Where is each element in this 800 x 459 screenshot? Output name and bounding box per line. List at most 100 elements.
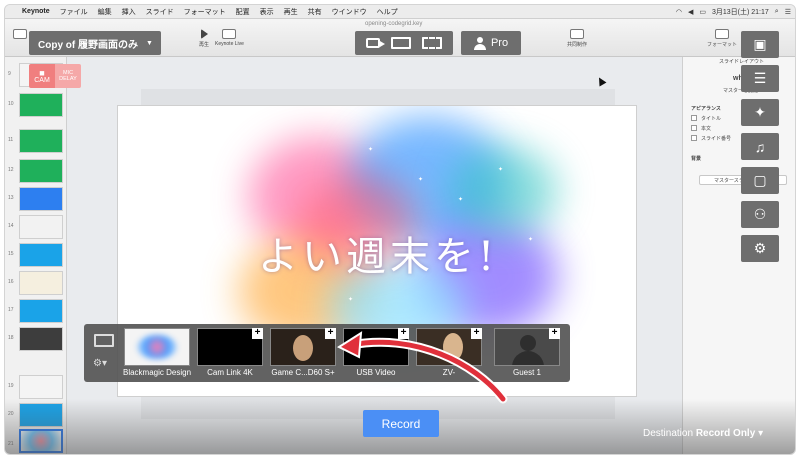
broadcast-icon xyxy=(222,29,237,39)
collaborate-button[interactable]: 共同制作 xyxy=(567,29,587,48)
control-center-icon[interactable]: ☰ xyxy=(785,8,791,16)
menu-share[interactable]: 共有 xyxy=(303,7,327,17)
watercolor-blob xyxy=(448,146,558,236)
sparkle-icon: ✦ xyxy=(418,177,424,183)
record-button[interactable]: Record xyxy=(363,410,439,437)
sparkle-icon: ✦ xyxy=(368,147,374,153)
slide-number: 10 xyxy=(8,101,14,107)
slide-thumbnail[interactable] xyxy=(19,129,63,153)
spotlight-icon[interactable]: ⌕ xyxy=(775,8,779,16)
slide-thumbnail[interactable] xyxy=(19,159,63,183)
title-option-label: タイトル xyxy=(701,116,722,122)
play-icon xyxy=(200,29,208,39)
keynote-live-button[interactable]: Keynote Live xyxy=(215,29,244,47)
slide-thumbnail[interactable] xyxy=(19,187,63,211)
sliders-icon[interactable]: ☰ xyxy=(741,65,779,92)
slide-number: 19 xyxy=(8,383,14,389)
tray-settings-icon[interactable]: ⚙▾ xyxy=(93,358,107,369)
chevron-down-icon: ▼ xyxy=(146,39,153,47)
slide-thumbnail[interactable] xyxy=(19,375,63,399)
format-button[interactable]: フォーマット xyxy=(707,29,737,48)
menu-arrange[interactable]: 配置 xyxy=(231,7,255,17)
menu-format[interactable]: フォーマット xyxy=(179,7,231,17)
slides-view-icon[interactable] xyxy=(421,37,442,49)
video-source[interactable]: Blackmagic Design xyxy=(123,328,191,378)
cam-toggle-button[interactable]: ■ CAM xyxy=(29,64,55,88)
slide-number-checkbox[interactable] xyxy=(691,135,697,141)
body-checkbox[interactable] xyxy=(691,125,697,131)
slide-thumbnail[interactable] xyxy=(19,271,63,295)
gear-icon[interactable]: ⚙ xyxy=(741,235,779,262)
app-window: Keynote ファイル 編集 挿入 スライド フォーマット 配置 表示 再生 … xyxy=(4,4,796,455)
destination-selector[interactable]: Destination Record Only ▾ xyxy=(643,428,763,439)
menu-slide[interactable]: スライド xyxy=(141,7,179,17)
play-label: 再生 xyxy=(199,42,210,48)
preview-art xyxy=(137,335,177,359)
battery-icon[interactable]: ▭ xyxy=(699,8,706,16)
screen-share-icon[interactable] xyxy=(94,334,114,347)
sparkle-icon: ✦ xyxy=(458,197,464,203)
menu-play[interactable]: 再生 xyxy=(279,7,303,17)
source-preview xyxy=(124,328,190,366)
appearance-label: アピアランス xyxy=(691,106,721,112)
menu-file[interactable]: ファイル xyxy=(55,7,93,17)
slide-thumbnail[interactable] xyxy=(19,299,63,323)
cam-label: CAM xyxy=(34,76,50,84)
volume-icon[interactable]: ◀ xyxy=(688,8,693,16)
slide-title-text: よい週末を! xyxy=(257,234,499,280)
menu-window[interactable]: ウインドウ xyxy=(327,7,372,17)
sparkle-icon: ✦ xyxy=(498,167,504,173)
document-title: opening-codegrid.key xyxy=(365,21,423,27)
annotation-arrow xyxy=(336,331,508,404)
slide-number-option-label: スライド番号 xyxy=(701,136,732,142)
person-icon xyxy=(473,36,486,50)
menu-bar: Keynote ファイル 編集 挿入 スライド フォーマット 配置 表示 再生 … xyxy=(5,5,795,19)
play-button[interactable]: 再生 xyxy=(199,29,209,48)
slide-thumbnail[interactable] xyxy=(19,243,63,267)
camera-view-icon[interactable] xyxy=(366,38,386,48)
slide-number: 13 xyxy=(8,195,14,201)
chat-bubble-icon[interactable]: ▢ xyxy=(741,167,779,194)
pro-mode-button[interactable]: Pro xyxy=(461,31,521,55)
add-source-icon[interactable]: + xyxy=(549,328,560,339)
cam-mic-toggles: ■ CAM MIC DELAY xyxy=(29,64,81,88)
wifi-icon[interactable]: ◠ xyxy=(676,8,682,16)
menubar-clock[interactable]: 3月13日(土) 21:17 xyxy=(712,7,769,17)
slide-number: 16 xyxy=(8,279,14,285)
presenter-face xyxy=(293,335,313,361)
slide-number: 14 xyxy=(8,223,14,229)
collaborate-label: 共同制作 xyxy=(567,42,588,48)
slide-thumbnail[interactable] xyxy=(19,93,63,117)
menu-insert[interactable]: 挿入 xyxy=(117,7,141,17)
view-button[interactable] xyxy=(13,29,27,41)
background-section[interactable]: 背景 xyxy=(691,155,701,162)
video-source[interactable]: + Cam Link 4K xyxy=(197,328,263,378)
menu-help[interactable]: ヘルプ xyxy=(372,7,403,17)
presentation-selector[interactable]: Copy of 履野画面のみ ▼ xyxy=(29,31,161,55)
add-source-icon[interactable]: + xyxy=(252,328,263,339)
slide-number: 18 xyxy=(8,335,14,341)
slide-thumbnail[interactable] xyxy=(19,215,63,239)
guest-icon[interactable]: ⚇ xyxy=(741,201,779,228)
slide-thumbnail[interactable] xyxy=(19,327,63,351)
image-icon[interactable]: ▣ xyxy=(741,31,779,58)
screen-view-icon[interactable] xyxy=(390,37,411,49)
magic-wand-icon[interactable]: ✦ xyxy=(741,99,779,126)
menu-view[interactable]: 表示 xyxy=(255,7,279,17)
slide-number: 11 xyxy=(8,137,14,143)
body-option-label: 本文 xyxy=(701,126,712,132)
destination-prefix: Destination xyxy=(643,428,694,439)
menu-edit[interactable]: 編集 xyxy=(93,7,117,17)
mic-delay-button[interactable]: MIC DELAY xyxy=(55,64,81,88)
source-label: Cam Link 4K xyxy=(207,368,253,377)
app-menu[interactable]: Keynote xyxy=(17,8,55,15)
title-checkbox[interactable] xyxy=(691,115,697,121)
chevron-down-icon: ▾ xyxy=(758,428,764,439)
tray-tools: ⚙▾ xyxy=(90,332,118,374)
presentation-name: Copy of 履野画面のみ xyxy=(38,39,138,51)
slide-number: 15 xyxy=(8,251,14,257)
slide-number: 17 xyxy=(8,307,14,313)
keynote-live-label: Keynote Live xyxy=(215,41,244,47)
music-icon[interactable]: ♫ xyxy=(741,133,779,160)
sidebar-icon xyxy=(13,29,27,39)
